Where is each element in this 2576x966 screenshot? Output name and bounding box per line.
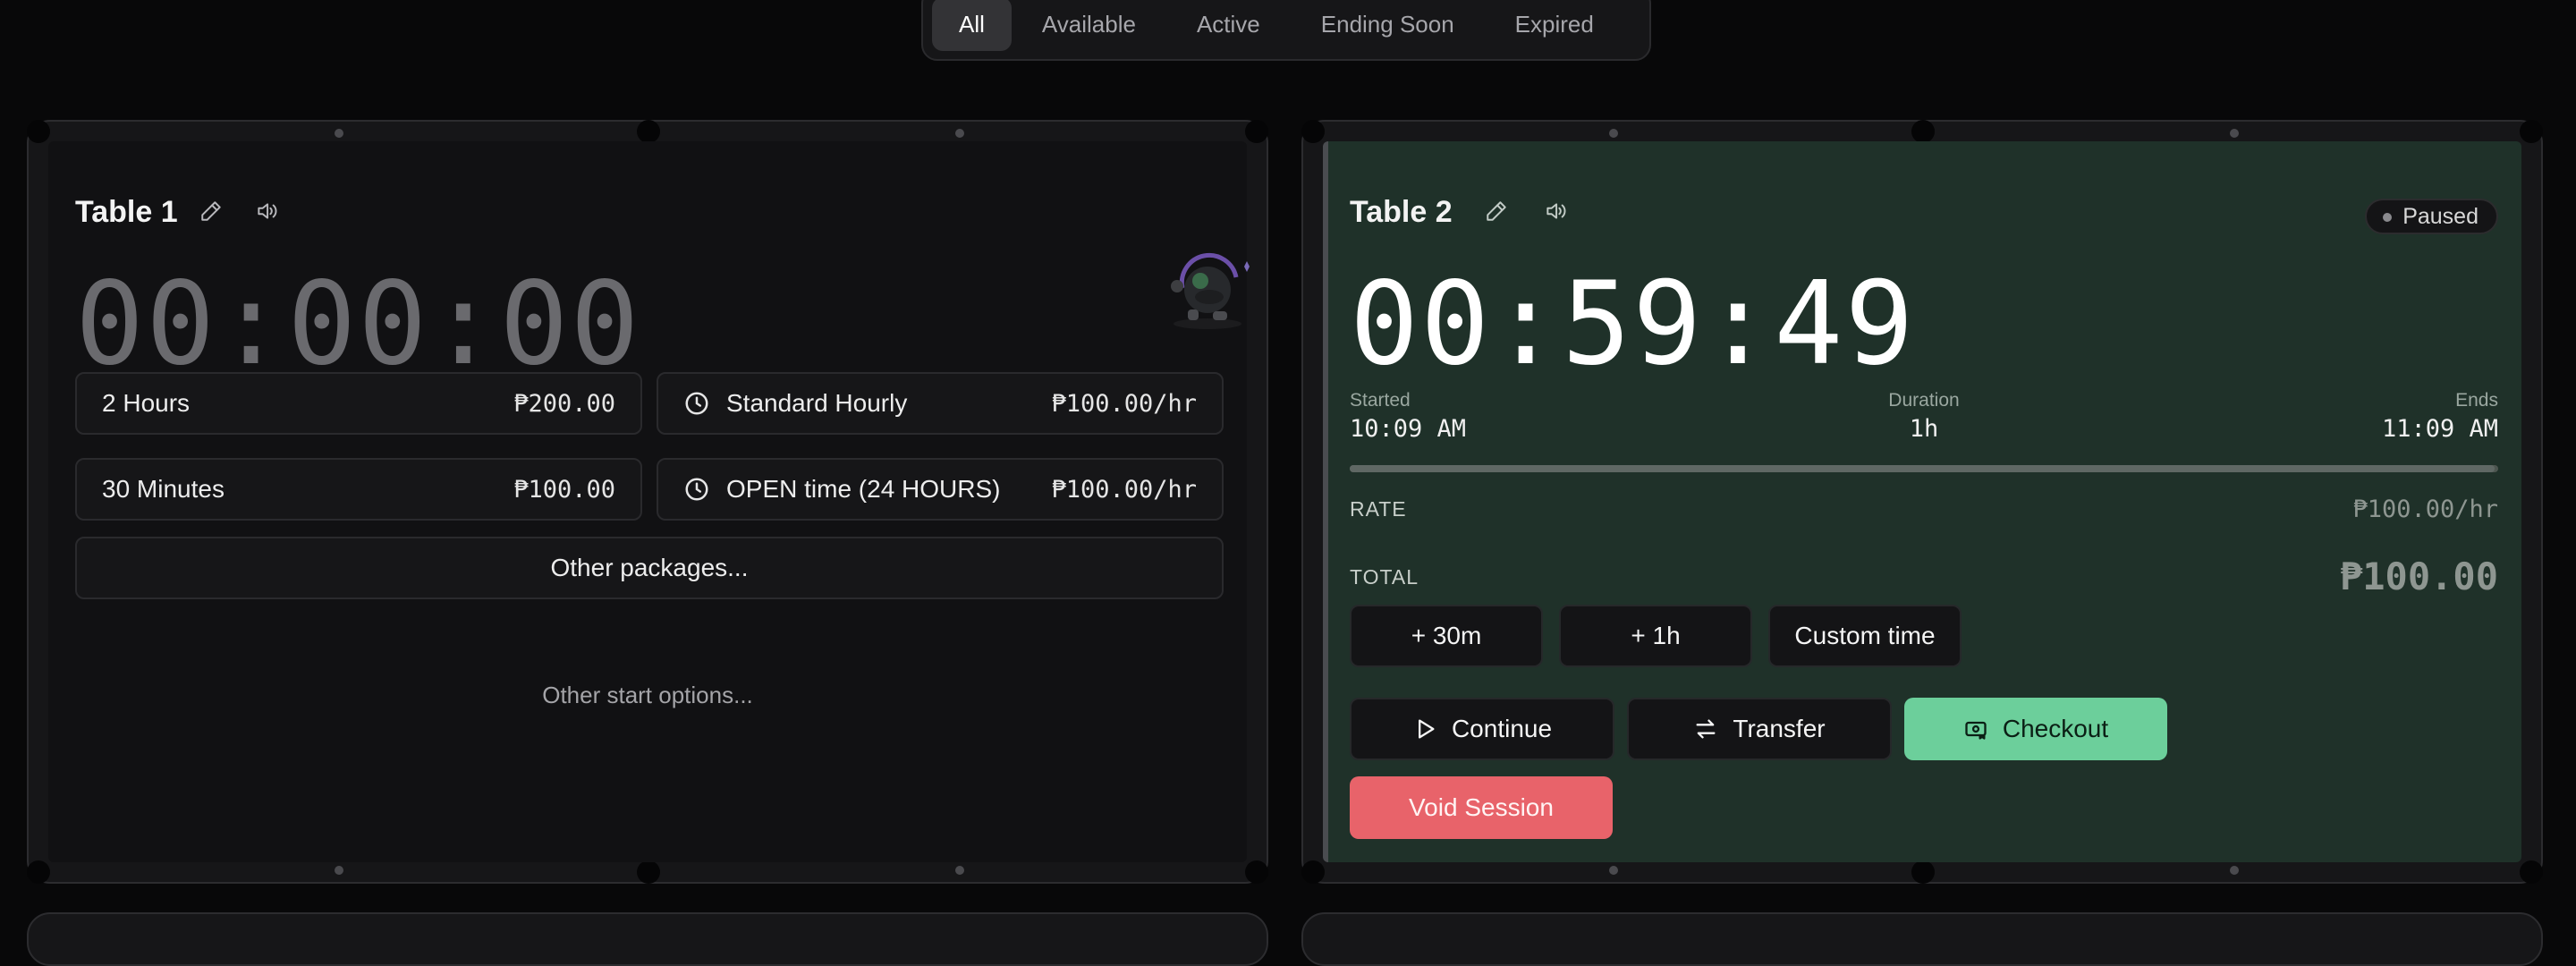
continue-label: Continue bbox=[1451, 715, 1553, 742]
clock-icon bbox=[685, 478, 708, 501]
other-packages-button[interactable]: Other packages... bbox=[75, 537, 1224, 599]
sound-speaker-icon[interactable] bbox=[1539, 195, 1572, 227]
rail-diamond bbox=[2230, 866, 2239, 875]
package-label: Standard Hourly bbox=[726, 389, 908, 417]
total-value: ₱100.00 bbox=[2339, 555, 2498, 598]
total-label: TOTAL bbox=[1350, 565, 1419, 589]
mascot-illustration bbox=[1157, 242, 1256, 331]
edit-pencil-icon[interactable] bbox=[195, 195, 227, 227]
pocket bbox=[1301, 120, 1325, 143]
table-card-3-partial bbox=[27, 912, 1268, 966]
checkout-label: Checkout bbox=[2002, 715, 2109, 742]
package-label: OPEN time (24 HOURS) bbox=[726, 475, 1001, 503]
edit-pencil-icon[interactable] bbox=[1480, 195, 1513, 227]
session-timer: 00:59:49 bbox=[1350, 258, 1916, 391]
session-progress-bar bbox=[1350, 465, 2498, 472]
table-card-2: Table 2 Paused 00:59:49 Started 10:09 AM… bbox=[1301, 120, 2543, 884]
rail-diamond bbox=[955, 129, 964, 138]
pocket bbox=[2520, 860, 2543, 884]
package-price: ₱100.00 bbox=[513, 475, 615, 504]
pocket bbox=[1301, 860, 1325, 884]
tab-active[interactable]: Active bbox=[1166, 0, 1291, 51]
add-1h-button[interactable]: + 1h bbox=[1559, 605, 1752, 667]
continue-button[interactable]: Continue bbox=[1350, 698, 1614, 760]
pocket bbox=[27, 120, 50, 143]
pocket bbox=[637, 860, 660, 884]
pocket bbox=[1911, 860, 1935, 884]
tab-all[interactable]: All bbox=[932, 0, 1012, 51]
ends-label: Ends bbox=[2455, 390, 2498, 411]
checkout-button[interactable]: Checkout bbox=[1904, 698, 2167, 760]
transfer-button[interactable]: Transfer bbox=[1627, 698, 1892, 760]
sound-speaker-icon[interactable] bbox=[250, 195, 283, 227]
add-30m-button[interactable]: + 30m bbox=[1350, 605, 1543, 667]
rate-value: ₱100.00/hr bbox=[2352, 496, 2498, 523]
pocket bbox=[1245, 860, 1268, 884]
pocket bbox=[1911, 120, 1935, 143]
table-card-1: Table 1 00:00:00 2 Hours ₱200.00 Standar… bbox=[27, 120, 1268, 884]
table-card-4-partial bbox=[1301, 912, 2543, 966]
pocket bbox=[27, 860, 50, 884]
package-label: 30 Minutes bbox=[102, 475, 225, 503]
rail-diamond bbox=[2230, 129, 2239, 138]
status-badge: Paused bbox=[2365, 199, 2498, 234]
package-button[interactable]: 2 Hours ₱200.00 bbox=[75, 372, 642, 435]
rail-diamond bbox=[335, 866, 343, 875]
rate-label: RATE bbox=[1350, 497, 1407, 521]
duration-label: Duration bbox=[1888, 390, 1960, 411]
transfer-arrows-icon bbox=[1696, 719, 1716, 739]
pocket bbox=[1245, 120, 1268, 143]
rail-diamond bbox=[1609, 866, 1618, 875]
pocket bbox=[2520, 120, 2543, 143]
play-icon bbox=[1418, 719, 1435, 739]
rail-diamond bbox=[335, 129, 343, 138]
tab-expired[interactable]: Expired bbox=[1485, 0, 1624, 51]
clock-icon bbox=[685, 392, 708, 415]
package-label: 2 Hours bbox=[102, 389, 191, 417]
package-price: ₱200.00 bbox=[513, 389, 615, 418]
table-title: Table 1 bbox=[75, 195, 178, 229]
other-packages-label: Other packages... bbox=[550, 554, 749, 581]
custom-time-button[interactable]: Custom time bbox=[1768, 605, 1962, 667]
package-button[interactable]: OPEN time (24 HOURS) ₱100.00/hr bbox=[657, 458, 1224, 521]
cash-register-icon bbox=[1965, 721, 1987, 740]
package-button[interactable]: Standard Hourly ₱100.00/hr bbox=[657, 372, 1224, 435]
duration-value: 1h bbox=[1909, 415, 1939, 443]
table-felt: Table 1 00:00:00 2 Hours ₱200.00 Standar… bbox=[48, 141, 1250, 862]
transfer-label: Transfer bbox=[1733, 715, 1826, 742]
session-progress-fill bbox=[1350, 465, 2496, 472]
tab-available[interactable]: Available bbox=[1012, 0, 1166, 51]
ends-time: 11:09 AM bbox=[2381, 415, 2498, 443]
package-price: ₱100.00/hr bbox=[1051, 389, 1197, 418]
table-felt: Table 2 Paused 00:59:49 Started 10:09 AM… bbox=[1323, 141, 2521, 862]
void-session-button[interactable]: Void Session bbox=[1350, 776, 1613, 839]
other-start-options-link[interactable]: Other start options... bbox=[48, 682, 1247, 709]
rail-diamond bbox=[1609, 129, 1618, 138]
package-price: ₱100.00/hr bbox=[1051, 475, 1197, 504]
status-filter-tabs: All Available Active Ending Soon Expired bbox=[921, 0, 1651, 61]
table-title: Table 2 bbox=[1350, 195, 1453, 229]
package-button[interactable]: 30 Minutes ₱100.00 bbox=[75, 458, 642, 521]
tab-ending-soon[interactable]: Ending Soon bbox=[1291, 0, 1485, 51]
pocket bbox=[637, 120, 660, 143]
rail-diamond bbox=[955, 866, 964, 875]
